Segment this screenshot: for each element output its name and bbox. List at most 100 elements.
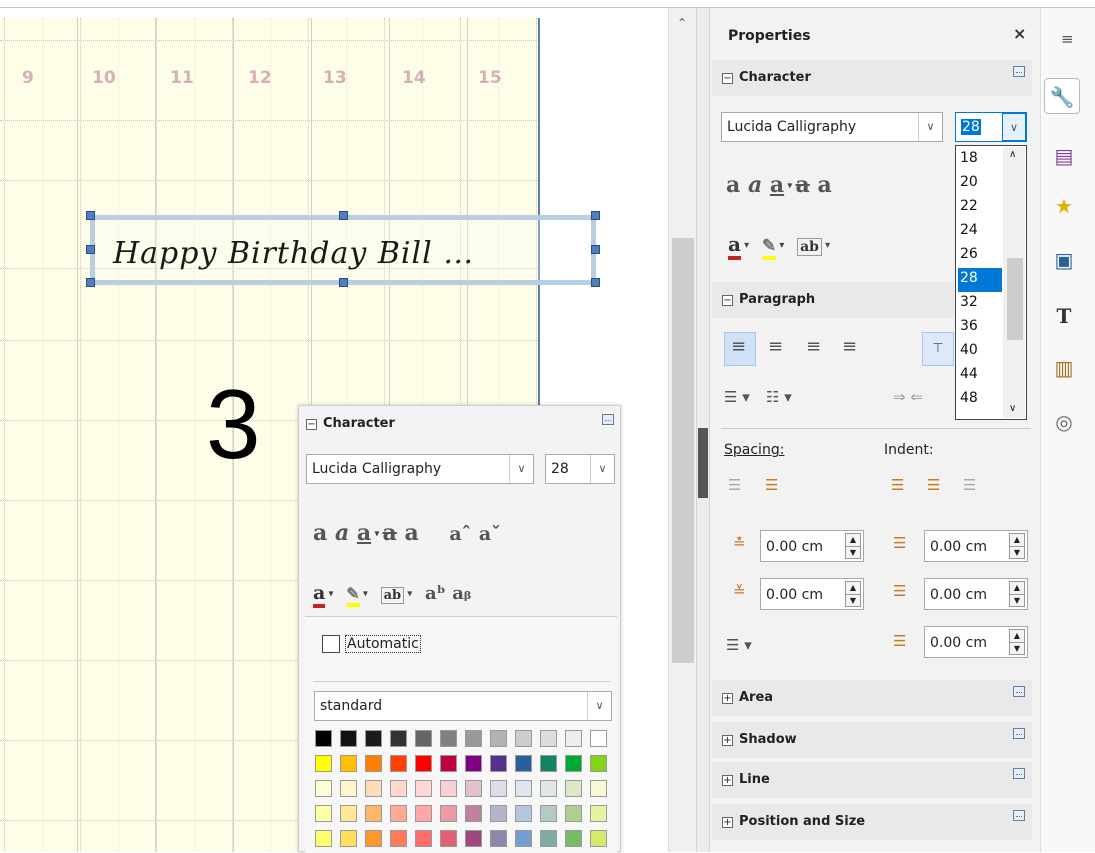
color-swatch[interactable]	[340, 730, 357, 747]
dropdown-scroll-thumb[interactable]	[1007, 258, 1023, 340]
chevron-down-icon[interactable]: ▾	[776, 240, 797, 251]
collapse-icon[interactable]: −	[722, 73, 733, 84]
hanging-indent-icon[interactable]: ☰	[963, 476, 976, 494]
color-swatch[interactable]	[490, 780, 507, 797]
color-swatch[interactable]	[540, 730, 557, 747]
shadow-icon[interactable]: a	[817, 172, 831, 198]
automatic-label[interactable]: Automatic	[345, 635, 421, 653]
expand-icon[interactable]: +	[722, 735, 733, 746]
color-swatch[interactable]	[415, 780, 432, 797]
color-swatch[interactable]	[315, 755, 332, 772]
after-indent-field[interactable]: 0.00 cm ▲ ▼	[924, 578, 1028, 610]
more-options-icon[interactable]	[1013, 686, 1025, 697]
chevron-down-icon[interactable]: ∨	[918, 113, 942, 141]
color-swatch[interactable]	[415, 755, 432, 772]
styles-icon[interactable]: T	[1050, 302, 1078, 330]
automatic-checkbox[interactable]	[322, 635, 340, 653]
spin-down-icon[interactable]: ▼	[1010, 546, 1024, 558]
calendar-number-text[interactable]: 3	[206, 375, 261, 473]
before-indent-field[interactable]: 0.00 cm ▲ ▼	[924, 530, 1028, 562]
color-swatch[interactable]	[340, 755, 357, 772]
font-color-icon[interactable]: a	[728, 232, 741, 260]
sidebar-splitter[interactable]	[696, 8, 710, 852]
font-size-combo[interactable]: 28 ∨	[955, 112, 1027, 142]
shadow-section-header[interactable]: + Shadow	[712, 722, 1032, 758]
line-section-header[interactable]: + Line	[712, 762, 1032, 798]
color-swatch[interactable]	[440, 730, 457, 747]
color-swatch[interactable]	[565, 830, 582, 847]
chevron-down-icon[interactable]: ∨	[590, 455, 614, 483]
scroll-up-icon[interactable]: ∧	[1009, 149, 1016, 160]
size-option-selected[interactable]: 28	[958, 268, 1002, 292]
shrink-font-icon[interactable]: aˇ	[479, 523, 501, 545]
splitter-grip[interactable]	[698, 428, 708, 498]
line-spacing-icon[interactable]: ☰ ▾	[726, 636, 752, 654]
chevron-down-icon[interactable]: ▾	[360, 589, 381, 600]
bold-icon[interactable]: a	[726, 172, 740, 198]
color-swatch[interactable]	[590, 830, 607, 847]
resize-handle[interactable]	[86, 245, 95, 254]
popup-header[interactable]: − Character	[306, 416, 395, 431]
size-option[interactable]: 40	[958, 340, 1002, 364]
increase-indent-icon[interactable]: ⇒ ⇐	[893, 388, 923, 406]
selected-text-box[interactable]: Happy Birthday Bill …	[90, 215, 596, 285]
align-top-icon[interactable]: ⊤	[922, 332, 954, 366]
size-option[interactable]: 44	[958, 364, 1002, 388]
color-swatch[interactable]	[540, 805, 557, 822]
align-right-icon[interactable]: ≡	[806, 336, 821, 357]
color-swatch[interactable]	[440, 830, 457, 847]
color-swatch[interactable]	[390, 805, 407, 822]
color-swatch[interactable]	[465, 730, 482, 747]
chevron-down-icon[interactable]: ▾	[741, 240, 762, 251]
area-section-header[interactable]: + Area	[712, 680, 1032, 716]
color-swatch[interactable]	[465, 805, 482, 822]
above-spacing-field[interactable]: 0.00 cm ▲ ▼	[760, 530, 864, 562]
chevron-down-icon[interactable]: ▾	[371, 529, 382, 540]
color-swatch[interactable]	[440, 780, 457, 797]
character-section-header[interactable]: − Character	[712, 60, 1032, 96]
bold-icon[interactable]: a	[313, 520, 327, 546]
size-option[interactable]: 26	[958, 244, 1002, 268]
scroll-thumb[interactable]	[672, 238, 694, 663]
navigator-icon[interactable]: ◎	[1050, 408, 1078, 436]
color-swatch[interactable]	[540, 755, 557, 772]
animation-icon[interactable]: ★	[1050, 192, 1078, 220]
more-options-icon[interactable]	[602, 414, 614, 425]
font-name-combo[interactable]: Lucida Calligraphy ∨	[721, 112, 943, 142]
color-swatch[interactable]	[490, 755, 507, 772]
spin-down-icon[interactable]: ▼	[1010, 594, 1024, 606]
color-swatch[interactable]	[440, 805, 457, 822]
color-swatch[interactable]	[515, 730, 532, 747]
sidebar-menu-icon[interactable]: ≡	[1061, 30, 1074, 48]
underline-icon[interactable]: a	[770, 172, 784, 198]
popup-font-size-combo[interactable]: 28 ∨	[545, 454, 615, 484]
color-swatch[interactable]	[340, 780, 357, 797]
color-swatch[interactable]	[465, 780, 482, 797]
paragraph-section-header[interactable]: − Paragraph	[712, 282, 954, 318]
color-swatch[interactable]	[490, 830, 507, 847]
resize-handle[interactable]	[591, 278, 600, 287]
color-swatch[interactable]	[590, 730, 607, 747]
chevron-down-icon[interactable]: ▾	[784, 181, 795, 192]
popup-font-name-combo[interactable]: Lucida Calligraphy ∨	[306, 454, 534, 484]
font-size-value[interactable]: 28	[961, 119, 981, 135]
spin-down-icon[interactable]: ▼	[846, 594, 860, 606]
font-color-icon[interactable]: a	[313, 582, 326, 608]
size-option[interactable]: 36	[958, 316, 1002, 340]
color-swatch[interactable]	[365, 830, 382, 847]
strikethrough-icon[interactable]: a	[383, 520, 397, 546]
properties-deck-icon[interactable]: 🔧	[1044, 78, 1080, 114]
collapse-icon[interactable]: −	[722, 295, 733, 306]
first-line-indent-field[interactable]: 0.00 cm ▲ ▼	[924, 626, 1028, 658]
color-swatch[interactable]	[315, 805, 332, 822]
spin-up-icon[interactable]: ▲	[846, 534, 860, 546]
resize-handle[interactable]	[339, 211, 348, 220]
spin-down-icon[interactable]: ▼	[1010, 642, 1024, 654]
size-option[interactable]: 22	[958, 196, 1002, 220]
more-options-icon[interactable]	[1013, 66, 1025, 77]
vertical-scrollbar[interactable]: ⌃	[668, 8, 696, 852]
spin-up-icon[interactable]: ▲	[1010, 630, 1024, 642]
underline-icon[interactable]: a	[357, 520, 371, 546]
color-swatch[interactable]	[565, 780, 582, 797]
below-spacing-field[interactable]: 0.00 cm ▲ ▼	[760, 578, 864, 610]
